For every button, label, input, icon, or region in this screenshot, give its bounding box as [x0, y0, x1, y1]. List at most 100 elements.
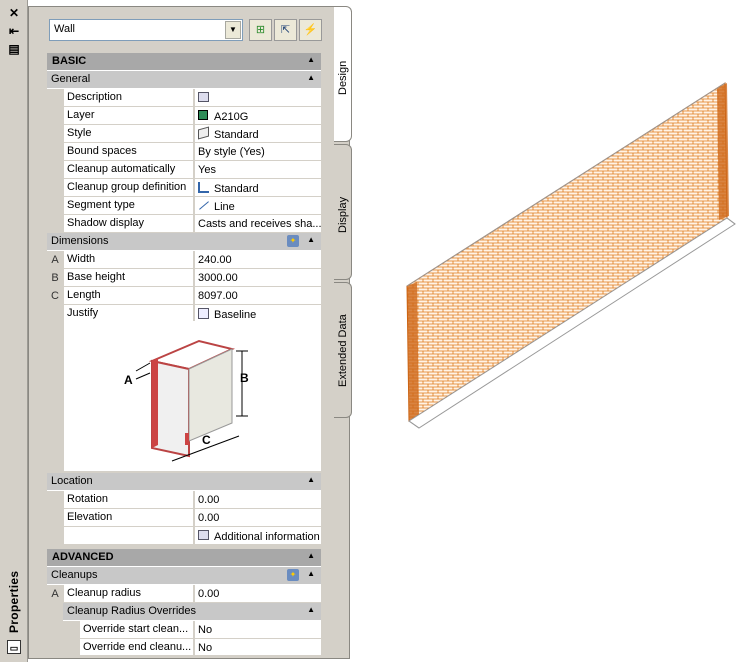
row-letter — [47, 179, 63, 197]
property-value[interactable]: Line — [194, 197, 321, 214]
property-value[interactable]: By style (Yes) — [194, 143, 321, 160]
properties-menu-icon[interactable]: ▤ — [7, 42, 21, 56]
group-cleanup-radius-overrides[interactable]: Cleanup Radius Overrides ▲ — [63, 603, 321, 621]
property-name: Length — [64, 287, 193, 304]
property-value[interactable]: Yes — [194, 161, 321, 178]
property-value[interactable]: Standard — [194, 125, 321, 142]
property-value[interactable]: No — [194, 639, 321, 655]
wall-dimension-diagram: B A C — [64, 321, 321, 471]
general-row[interactable]: Style Standard — [47, 125, 321, 143]
property-value[interactable]: A210G — [194, 107, 321, 124]
value-text: Additional information — [214, 531, 320, 543]
property-name: Shadow display — [64, 215, 193, 232]
tab-display[interactable]: Display — [334, 144, 352, 280]
group-location[interactable]: Location ▲ — [47, 473, 321, 491]
collapse-icon: ▲ — [307, 605, 315, 614]
property-value[interactable] — [194, 89, 321, 106]
general-row[interactable]: Layer A210G — [47, 107, 321, 125]
override-row[interactable]: Override end cleanu... No — [47, 639, 321, 655]
property-value[interactable]: Additional information — [194, 527, 321, 544]
value-text: Casts and receives sha... — [198, 218, 321, 230]
location-row[interactable]: Additional information — [47, 527, 321, 545]
property-name: Width — [64, 251, 193, 268]
palette-title: Properties — [7, 570, 21, 633]
row-letter — [47, 143, 63, 161]
property-value[interactable]: No — [194, 621, 321, 638]
row-letter: A — [47, 585, 63, 603]
dimension-row[interactable]: B Base height 3000.00 — [47, 269, 321, 287]
location-row[interactable]: Elevation 0.00 — [47, 509, 321, 527]
object-type-value: Wall — [54, 23, 75, 35]
general-row[interactable]: Bound spaces By style (Yes) — [47, 143, 321, 161]
general-row[interactable]: Segment type Line — [47, 197, 321, 215]
toggle-pickadd-icon[interactable]: ⊞ — [249, 19, 272, 41]
override-row[interactable]: Override start clean... No — [47, 621, 321, 639]
row-letter — [47, 197, 63, 215]
property-value[interactable]: 8097.00 — [194, 287, 321, 304]
object-type-combo[interactable]: Wall ▼ — [49, 19, 243, 41]
row-letter — [47, 107, 63, 125]
line-segment-icon — [198, 200, 209, 211]
value-text: 8097.00 — [198, 290, 238, 302]
property-name: Base height — [64, 269, 193, 286]
property-value[interactable]: Casts and receives sha... — [194, 215, 321, 232]
cleanup-row[interactable]: A Cleanup radius 0.00 — [47, 585, 321, 603]
tab-design[interactable]: Design — [334, 6, 352, 142]
collapse-icon: ▲ — [307, 475, 315, 484]
property-name: Cleanup group definition — [64, 179, 193, 196]
category-basic[interactable]: BASIC ▲ — [47, 53, 321, 71]
general-row[interactable]: Cleanup automatically Yes — [47, 161, 321, 179]
property-value[interactable]: 0.00 — [194, 491, 321, 508]
select-objects-icon[interactable]: ⇱ — [274, 19, 297, 41]
value-text: A210G — [214, 111, 249, 123]
property-value[interactable]: 0.00 — [194, 585, 321, 602]
row-letter: B — [47, 269, 63, 287]
chevron-down-icon[interactable]: ▼ — [225, 21, 241, 39]
row-letter — [47, 161, 63, 179]
dimension-row[interactable]: C Length 8097.00 — [47, 287, 321, 305]
property-value[interactable]: Standard — [194, 179, 321, 196]
property-value[interactable]: 0.00 — [194, 509, 321, 526]
property-name: Justify — [64, 305, 193, 322]
group-dimensions[interactable]: Dimensions ✦ ▲ — [47, 233, 321, 251]
general-row[interactable]: Shadow display Casts and receives sha... — [47, 215, 321, 233]
row-letter — [47, 491, 63, 509]
collapse-icon: ▲ — [307, 569, 315, 578]
value-text: 0.00 — [198, 494, 220, 506]
location-row[interactable]: Rotation 0.00 — [47, 491, 321, 509]
general-row[interactable]: Description — [47, 89, 321, 107]
quick-properties-icon[interactable]: ▭ — [7, 640, 21, 654]
property-name: Segment type — [64, 197, 193, 214]
row-letter — [47, 215, 63, 233]
row-letter: C — [47, 287, 63, 305]
property-name: Layer — [64, 107, 193, 124]
row-letter — [47, 89, 63, 107]
value-text: Yes — [198, 164, 216, 176]
group-general[interactable]: General ▲ — [47, 71, 321, 89]
dimension-row[interactable]: A Width 240.00 — [47, 251, 321, 269]
row-letter — [47, 509, 63, 527]
property-name: Elevation — [64, 509, 193, 526]
category-advanced[interactable]: ADVANCED ▲ — [47, 549, 321, 567]
property-value[interactable]: 3000.00 — [194, 269, 321, 286]
property-name: Bound spaces — [64, 143, 193, 160]
value-text: 0.00 — [198, 588, 220, 600]
diagram-label-b: B — [240, 371, 249, 385]
property-value[interactable]: 240.00 — [194, 251, 321, 268]
property-value[interactable]: Baseline — [194, 305, 321, 322]
description-icon — [198, 92, 209, 103]
group-cleanups[interactable]: Cleanups ✦ ▲ — [47, 567, 321, 585]
quick-select-icon[interactable]: ⚡ — [299, 19, 322, 41]
property-name: Override start clean... — [80, 621, 193, 638]
general-row[interactable]: Cleanup group definition Standard — [47, 179, 321, 197]
property-grid: BASIC ▲ General ▲ Description Layer A210G Sty… — [47, 53, 321, 655]
property-name: Description — [64, 89, 193, 106]
tab-extended-data[interactable]: Extended Data — [334, 282, 352, 418]
close-icon[interactable]: ✕ — [7, 6, 21, 20]
auto-hide-icon[interactable]: ⇤ — [7, 24, 21, 38]
property-name: Override end cleanu... — [80, 639, 193, 655]
property-name: Cleanup automatically — [64, 161, 193, 178]
row-letter — [47, 527, 63, 545]
value-text: Line — [214, 201, 235, 213]
property-name: Cleanup radius — [64, 585, 193, 602]
